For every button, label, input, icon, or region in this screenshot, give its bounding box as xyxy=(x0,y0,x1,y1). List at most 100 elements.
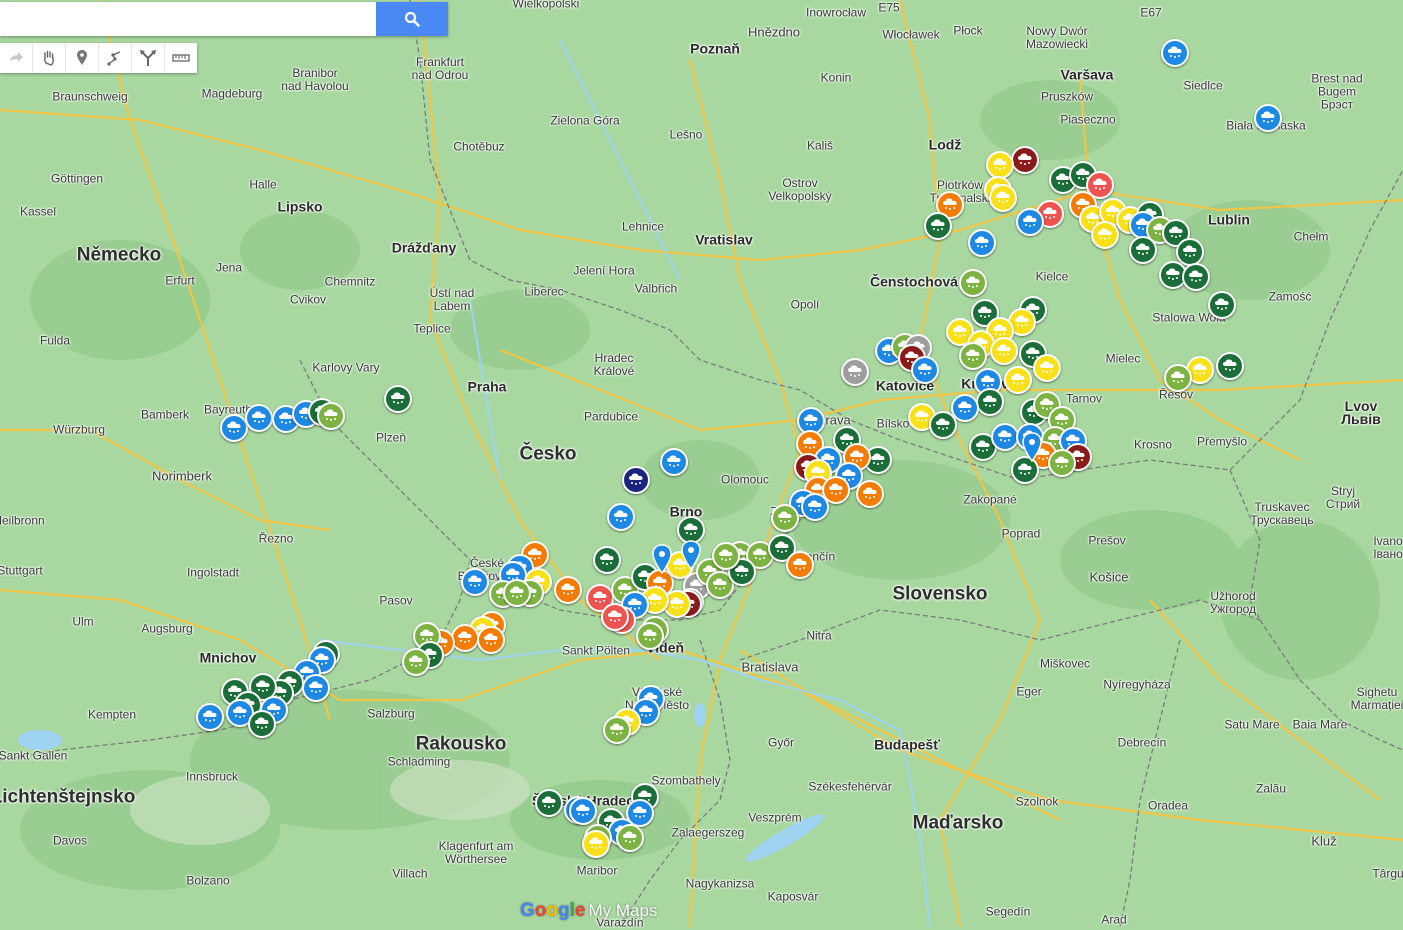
location-pin[interactable] xyxy=(1021,432,1043,463)
weather-marker[interactable] xyxy=(968,229,996,257)
weather-marker[interactable] xyxy=(991,423,1019,451)
weather-marker[interactable] xyxy=(248,710,276,738)
snow-cloud-icon xyxy=(1183,245,1197,257)
snow-cloud-icon xyxy=(1023,215,1037,227)
weather-marker[interactable] xyxy=(911,356,939,384)
weather-marker[interactable] xyxy=(196,703,224,731)
place-label: E75 xyxy=(878,0,900,15)
search-input[interactable] xyxy=(0,2,376,36)
weather-marker[interactable] xyxy=(1048,449,1076,477)
measure-button[interactable] xyxy=(165,43,197,73)
snow-cloud-icon xyxy=(391,392,405,404)
weather-marker[interactable] xyxy=(607,503,635,531)
location-pin[interactable] xyxy=(651,544,673,575)
snow-cloud-icon xyxy=(976,440,990,452)
weather-marker[interactable] xyxy=(1016,208,1044,236)
weather-marker[interactable] xyxy=(402,648,430,676)
weather-marker[interactable] xyxy=(1033,354,1061,382)
snow-cloud-icon xyxy=(804,414,818,426)
place-label: Veszprém xyxy=(748,810,802,825)
weather-marker[interactable] xyxy=(603,716,631,744)
weather-marker[interactable] xyxy=(929,411,957,439)
weather-marker[interactable] xyxy=(856,480,884,508)
weather-marker[interactable] xyxy=(1091,221,1119,249)
weather-marker[interactable] xyxy=(582,830,610,858)
weather-marker[interactable] xyxy=(535,789,563,817)
place-label: Kassel xyxy=(19,204,57,219)
weather-marker[interactable] xyxy=(636,622,664,650)
redo-button[interactable] xyxy=(0,43,33,73)
weather-marker[interactable] xyxy=(771,504,799,532)
weather-marker[interactable] xyxy=(959,269,987,297)
weather-marker[interactable] xyxy=(477,626,505,654)
weather-marker[interactable] xyxy=(1182,263,1210,291)
weather-marker[interactable] xyxy=(601,603,629,631)
hand-icon xyxy=(43,50,54,66)
weather-marker[interactable] xyxy=(451,624,479,652)
weather-marker[interactable] xyxy=(1011,146,1039,174)
weather-marker[interactable] xyxy=(302,674,330,702)
weather-marker[interactable] xyxy=(1004,366,1032,394)
snow-cloud-icon xyxy=(589,837,603,849)
place-label: Salzburg xyxy=(367,706,415,721)
weather-marker[interactable] xyxy=(1208,291,1236,319)
place-label: Szolnok xyxy=(1015,794,1059,809)
directions-button[interactable] xyxy=(132,43,165,73)
ruler-icon xyxy=(172,54,190,62)
place-label: Bolzano xyxy=(186,873,230,888)
snow-cloud-icon xyxy=(252,411,266,423)
pan-button[interactable] xyxy=(33,43,66,73)
place-label: Košice xyxy=(1089,569,1129,585)
place-label: Zakopané xyxy=(963,492,1017,507)
snow-cloud-icon xyxy=(829,483,843,495)
weather-marker[interactable] xyxy=(924,212,952,240)
place-label: Zalaegerszeg xyxy=(671,825,745,840)
weather-marker[interactable] xyxy=(593,546,621,574)
place-label: Segedín xyxy=(985,904,1031,919)
weather-marker[interactable] xyxy=(841,358,869,386)
place-label: Lublin xyxy=(1208,211,1250,228)
weather-marker[interactable] xyxy=(622,466,650,494)
snow-cloud-icon xyxy=(309,681,323,693)
location-pin[interactable] xyxy=(680,540,702,571)
add-marker-button[interactable] xyxy=(66,43,99,73)
weather-marker[interactable] xyxy=(989,184,1017,212)
weather-marker[interactable] xyxy=(1176,238,1204,266)
draw-line-button[interactable] xyxy=(99,43,132,73)
weather-marker[interactable] xyxy=(245,404,273,432)
snow-cloud-icon xyxy=(256,680,270,692)
snow-cloud-icon xyxy=(848,365,862,377)
weather-marker[interactable] xyxy=(1161,39,1189,67)
weather-marker[interactable] xyxy=(1254,104,1282,132)
weather-marker[interactable] xyxy=(220,414,248,442)
weather-marker[interactable] xyxy=(384,385,412,413)
weather-marker[interactable] xyxy=(569,797,597,825)
weather-marker[interactable] xyxy=(976,388,1004,416)
weather-marker[interactable] xyxy=(503,579,531,607)
snow-cloud-icon xyxy=(409,655,423,667)
weather-marker[interactable] xyxy=(712,542,740,570)
weather-marker[interactable] xyxy=(461,568,489,596)
place-label: Chemnitz xyxy=(324,274,376,289)
weather-marker[interactable] xyxy=(660,448,688,476)
snow-cloud-icon xyxy=(735,565,749,577)
weather-marker[interactable] xyxy=(990,337,1018,365)
snow-cloud-icon xyxy=(608,610,622,622)
weather-marker[interactable] xyxy=(1216,352,1244,380)
snow-cloud-icon xyxy=(915,410,929,422)
place-label: Stryj Стрий xyxy=(1325,484,1361,511)
weather-marker[interactable] xyxy=(801,493,829,521)
snow-cloud-icon xyxy=(614,510,628,522)
search-button[interactable] xyxy=(376,2,448,36)
weather-marker[interactable] xyxy=(986,151,1014,179)
weather-marker[interactable] xyxy=(959,342,987,370)
weather-marker[interactable] xyxy=(554,576,582,604)
weather-marker[interactable] xyxy=(786,551,814,579)
weather-marker[interactable] xyxy=(616,824,644,852)
snow-cloud-icon xyxy=(931,219,945,231)
weather-marker[interactable] xyxy=(317,402,345,430)
weather-marker[interactable] xyxy=(1164,364,1192,392)
weather-marker[interactable] xyxy=(1129,236,1157,264)
place-label: Zalău xyxy=(1255,781,1287,796)
snow-cloud-icon xyxy=(542,796,556,808)
